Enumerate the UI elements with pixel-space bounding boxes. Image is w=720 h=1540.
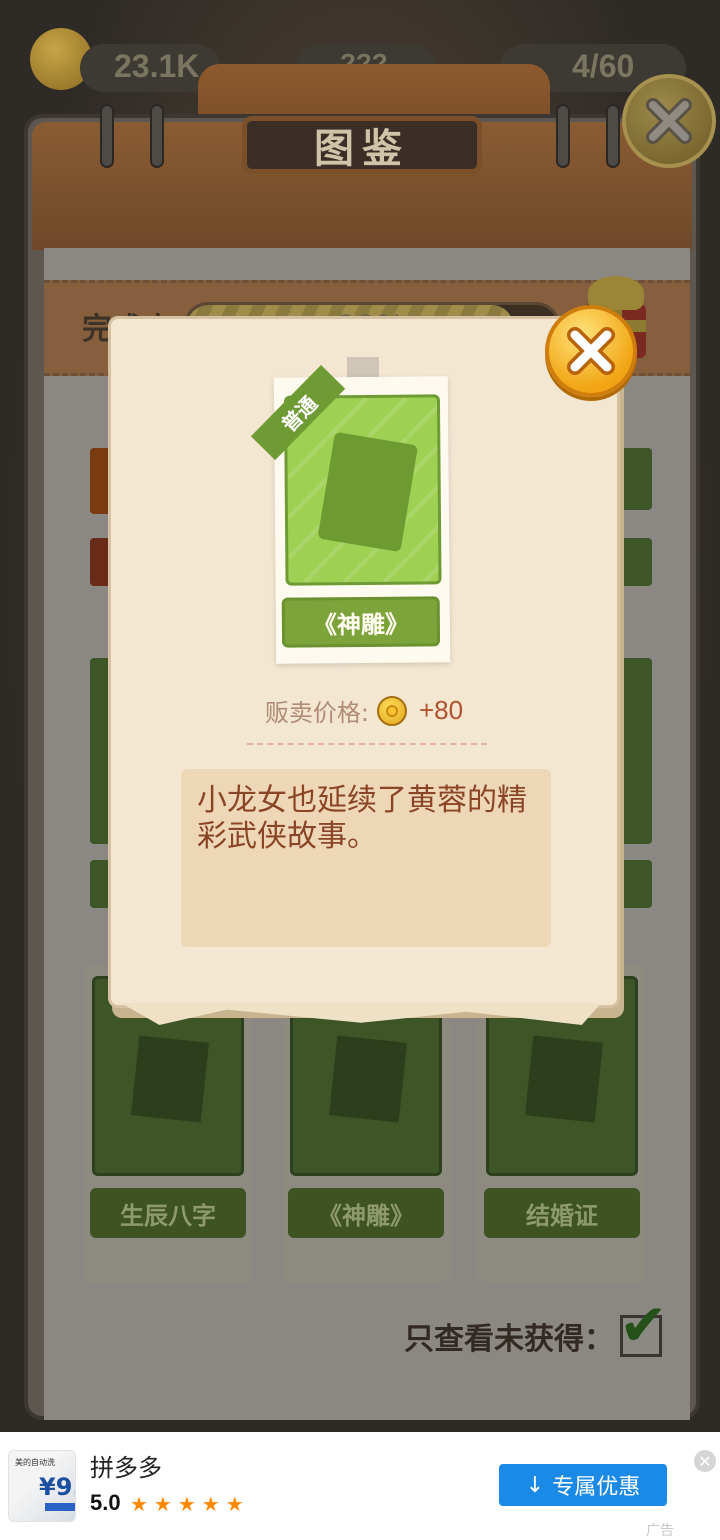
grid-card-name: 生辰八字 [90, 1188, 246, 1238]
ad-app-name: 拼多多 [90, 1454, 162, 1482]
ad-thumb-price: ¥9. [39, 1473, 75, 1501]
ad-thumb-stripe [45, 1503, 75, 1511]
item-silhouette [525, 1035, 603, 1123]
filter-label: 只查看未获得： [404, 1322, 614, 1357]
grid-card-name: 《神雕》 [288, 1188, 444, 1238]
item-silhouette-icon [317, 431, 419, 553]
close-x-icon [646, 98, 692, 144]
binder-ring [606, 104, 620, 168]
ad-cta-label: 专属优惠 [552, 1475, 641, 1500]
ad-close-button[interactable]: ✕ [694, 1450, 716, 1472]
card-name: 《神雕》 [281, 596, 441, 648]
album-close-button[interactable] [622, 74, 716, 168]
card-detail-popup: 普通 《神雕》 贩卖价格: +80 小龙女也延续了黄蓉的精彩武侠故事。 [108, 305, 637, 1008]
popup-close-button[interactable] [545, 305, 637, 397]
download-icon: ↓ [525, 1472, 545, 1498]
item-silhouette [131, 1035, 209, 1123]
ad-banner[interactable]: 美的自动洗 ¥9. 拼多多 5.0 ★★★★★ ↓ 专属优惠 ✕ [0, 1432, 720, 1540]
binder-ring [150, 104, 164, 168]
grid-card-name: 结婚证 [484, 1188, 640, 1238]
sell-price-row: 贩卖价格: +80 [111, 693, 617, 728]
item-silhouette [329, 1035, 407, 1123]
binder-ring [100, 104, 114, 168]
sell-price-value: +80 [418, 695, 464, 725]
divider [247, 743, 487, 745]
ad-cta-button[interactable]: ↓ 专属优惠 [499, 1464, 667, 1506]
ad-rating: 5.0 [90, 1490, 121, 1515]
star-rating-icon: ★★★★★ [130, 1492, 250, 1516]
ad-mark: 广告 [646, 1523, 674, 1539]
ad-thumbnail: 美的自动洗 ¥9. [8, 1450, 76, 1522]
album-title: 图鉴 [242, 116, 482, 174]
gold-coin-icon [376, 695, 407, 726]
card-description: 小龙女也延续了黄蓉的精彩武侠故事。 [181, 769, 551, 947]
sell-price-label: 贩卖价格: [264, 699, 369, 727]
checkmark-icon: ✔ [619, 1291, 668, 1359]
filter-unowned[interactable]: 只查看未获得： ✔ [404, 1296, 668, 1358]
filter-checkbox[interactable]: ✔ [619, 1296, 668, 1357]
ad-thumb-title: 美的自动洗 [15, 1458, 55, 1467]
card-preview: 普通 《神雕》 [250, 364, 451, 664]
binder-ring [556, 104, 570, 168]
close-x-icon [567, 327, 615, 375]
